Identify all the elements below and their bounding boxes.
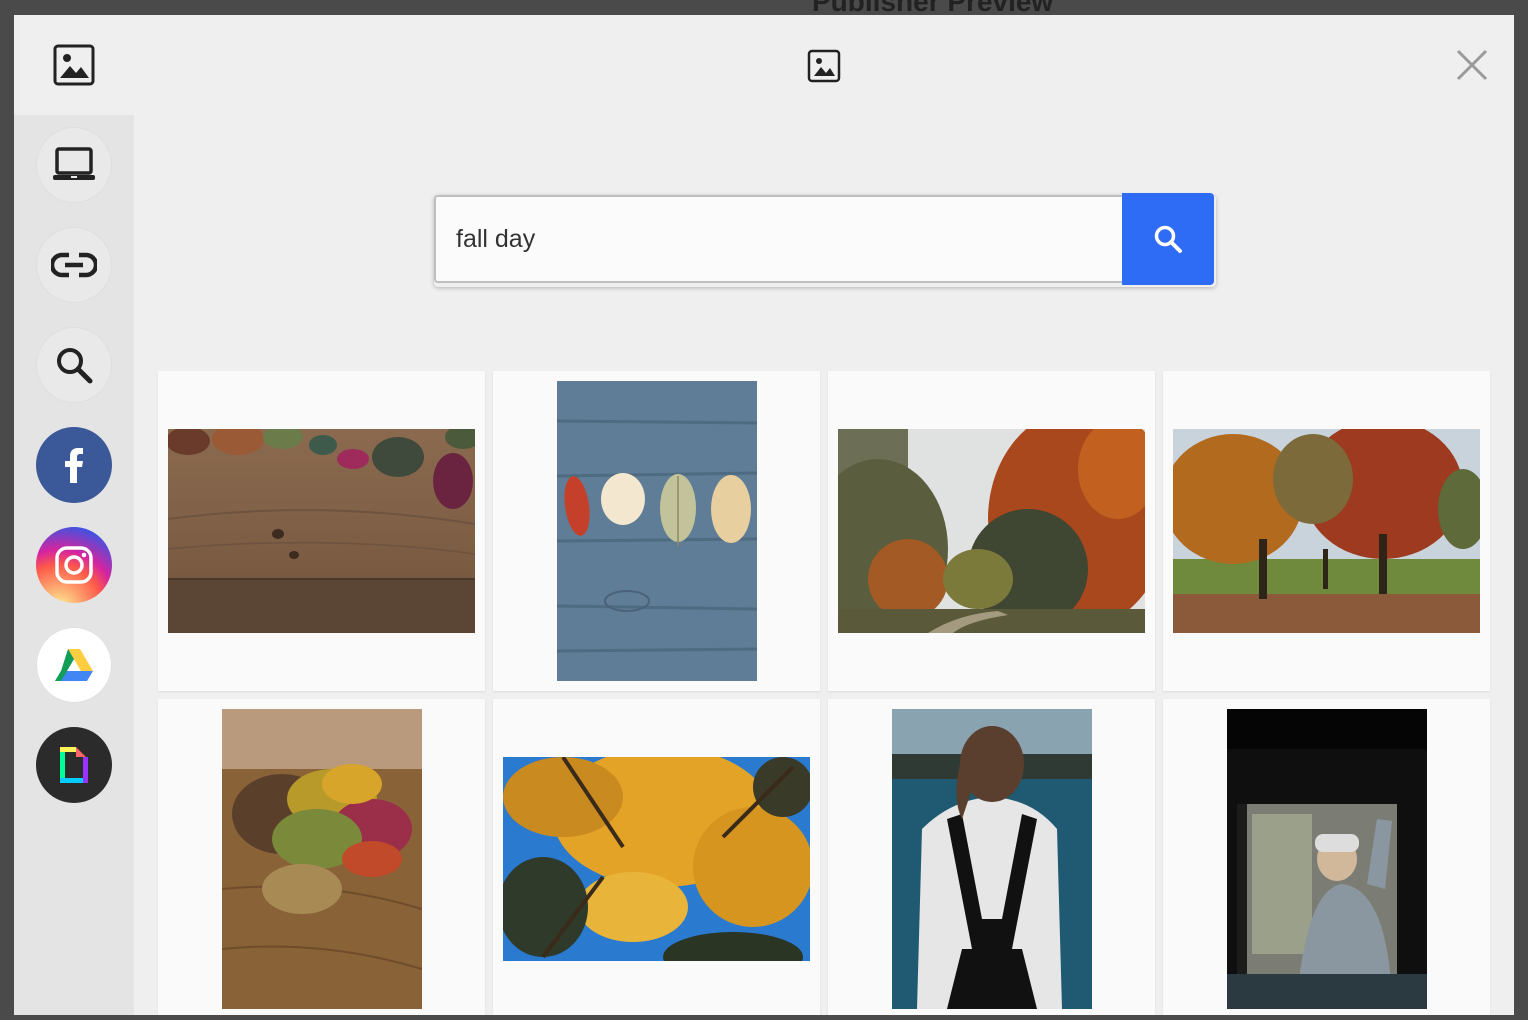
image-icon <box>52 43 96 87</box>
result-image <box>503 757 810 961</box>
sidebar-item-computer[interactable] <box>36 127 112 203</box>
result-image <box>1226 709 1427 1009</box>
search-icon <box>57 348 93 384</box>
result-image <box>556 381 757 681</box>
facebook-icon <box>65 448 83 483</box>
results-grid <box>158 371 1490 1015</box>
link-icon <box>51 252 97 278</box>
result-card[interactable] <box>493 699 820 1015</box>
search-icon <box>1154 225 1182 253</box>
modal-header <box>14 15 1514 115</box>
result-card[interactable] <box>1163 699 1490 1015</box>
sidebar-item-google-drive[interactable] <box>36 627 112 703</box>
sidebar-item-facebook[interactable] <box>36 427 112 503</box>
result-card[interactable] <box>1163 371 1490 691</box>
result-card[interactable] <box>158 699 485 1015</box>
result-image <box>221 709 422 1009</box>
google-drive-icon <box>55 649 93 681</box>
result-image <box>1173 429 1480 633</box>
instagram-icon <box>55 546 93 584</box>
close-icon <box>1456 49 1488 81</box>
source-sidebar <box>14 115 134 1015</box>
result-card[interactable] <box>828 371 1155 691</box>
search-button[interactable] <box>1122 193 1214 285</box>
sidebar-item-search[interactable] <box>36 327 112 403</box>
image-picker-modal <box>14 15 1514 1015</box>
giphy-icon <box>60 747 88 783</box>
result-image <box>168 429 475 633</box>
laptop-icon <box>53 147 95 180</box>
search-bar <box>434 193 1216 287</box>
result-card[interactable] <box>158 371 485 691</box>
image-icon <box>806 48 842 84</box>
result-card[interactable] <box>493 371 820 691</box>
result-card[interactable] <box>828 699 1155 1015</box>
search-input[interactable] <box>434 195 1122 283</box>
sidebar-item-instagram[interactable] <box>36 527 112 603</box>
result-image <box>891 709 1092 1009</box>
sidebar-item-giphy[interactable] <box>36 727 112 803</box>
sidebar-item-link[interactable] <box>36 227 112 303</box>
result-image <box>838 429 1145 633</box>
close-button[interactable] <box>1452 45 1492 85</box>
